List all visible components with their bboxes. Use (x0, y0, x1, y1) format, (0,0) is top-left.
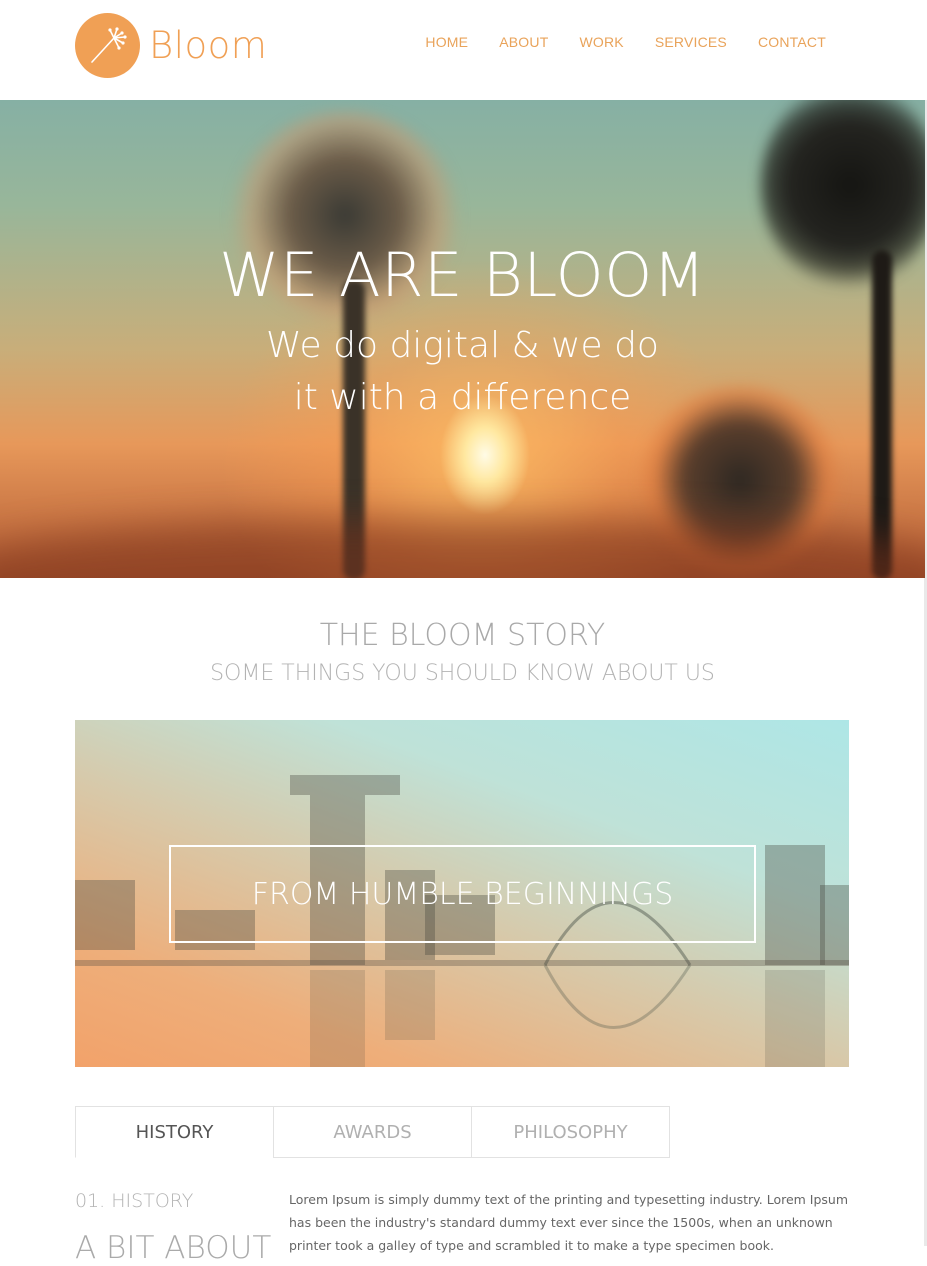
nav-work[interactable]: WORK (579, 34, 623, 50)
nav-services[interactable]: SERVICES (655, 34, 727, 50)
brand-name: Bloom (149, 24, 268, 67)
dandelion-icon (75, 13, 140, 78)
hero-subtitle-line-1: We do digital & we do (266, 325, 659, 366)
city-banner: FROM HUMBLE BEGINNINGS (75, 720, 849, 1067)
ground-shadow (0, 520, 925, 578)
story-tabs: HISTORY AWARDS PHILOSOPHY (75, 1106, 670, 1158)
section-subtitle: SOME THINGS YOU SHOULD KNOW ABOUT US (210, 661, 715, 686)
history-paragraph: Lorem Ipsum is simply dummy text of the … (289, 1192, 849, 1253)
section-heading: A BIT ABOUT (75, 1230, 272, 1266)
nav-contact[interactable]: CONTACT (758, 34, 826, 50)
main-nav: HOME ABOUT WORK SERVICES CONTACT (425, 34, 826, 50)
tab-philosophy[interactable]: PHILOSOPHY (471, 1106, 670, 1158)
section-number: 01. HISTORY (75, 1190, 194, 1212)
hero-banner: WE ARE BLOOM We do digital & we do it wi… (0, 100, 925, 578)
tab-awards[interactable]: AWARDS (273, 1106, 472, 1158)
hero-subtitle-line-2: it with a difference (293, 377, 632, 418)
hero-subtitle: We do digital & we do it with a differen… (0, 320, 925, 424)
hero-title: WE ARE BLOOM (219, 240, 706, 311)
section-title: THE BLOOM STORY (319, 618, 606, 653)
tab-history[interactable]: HISTORY (75, 1106, 274, 1158)
banner-label-box: FROM HUMBLE BEGINNINGS (169, 845, 756, 943)
nav-about[interactable]: ABOUT (499, 34, 548, 50)
nav-home[interactable]: HOME (425, 34, 468, 50)
site-header: Bloom HOME ABOUT WORK SERVICES CONTACT (0, 0, 927, 100)
logo-link[interactable]: Bloom (75, 13, 267, 78)
